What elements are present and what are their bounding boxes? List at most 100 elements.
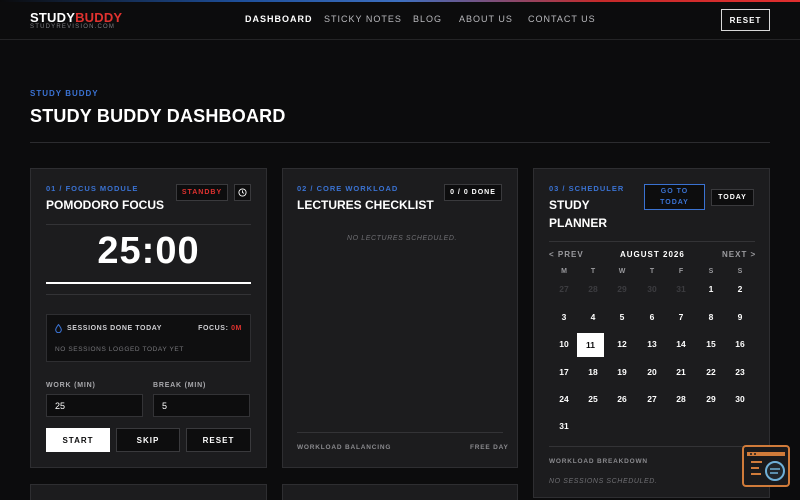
weekday-header: W [618,268,626,275]
logo-part-buddy: BUDDY [75,10,123,25]
calendar-day-outside[interactable]: 30 [639,277,665,301]
weekday-header: T [590,268,596,275]
break-minutes-input[interactable]: 5 [153,394,250,417]
logo-subtitle: STUDYREVISION.COM [30,24,116,30]
calendar-day[interactable]: 11 [577,333,604,357]
weekday-header: S [708,268,714,275]
calendar-day[interactable]: 14 [668,332,694,356]
heading-divider [30,142,770,143]
today-button[interactable]: TODAY [711,189,754,206]
weekday-header: S [737,268,743,275]
calendar-day-outside[interactable]: 28 [580,277,606,301]
timer-top-divider [46,224,251,225]
calendar-day[interactable]: 16 [727,332,753,356]
timer-bottom-divider [46,294,251,295]
calendar-day[interactable]: 15 [698,332,724,356]
bottom-card-1 [30,484,267,500]
workload-breakdown-label: WORKLOAD BREAKDOWN [549,458,648,465]
calendar-day[interactable]: 2 [727,277,753,301]
calendar-day[interactable]: 26 [609,387,635,411]
pomodoro-title: POMODORO FOCUS [46,198,165,212]
timer-progress-bar [46,282,251,284]
calendar-day[interactable]: 24 [551,387,577,411]
calendar-day[interactable]: 23 [727,360,753,384]
clock-icon [238,188,247,197]
weekday-header: T [649,268,655,275]
break-minutes-label: BREAK (MIN) [153,382,207,389]
calendar-day[interactable]: 5 [609,305,635,329]
go-to-today-button[interactable]: GO TO TODAY [644,184,705,210]
go-to-today-line2: TODAY [660,199,689,206]
assistant-button[interactable] [742,445,790,487]
page-title: STUDY BUDDY DASHBOARD [30,106,286,126]
skip-button[interactable]: SKIP [116,428,180,452]
chat-bot-icon [747,452,785,481]
calendar-day[interactable]: 31 [551,414,577,438]
planner-title-line1: STUDY [549,198,590,212]
calendar-day[interactable]: 8 [698,305,724,329]
calendar-day[interactable]: 20 [639,360,665,384]
calendar-day[interactable]: 4 [580,305,606,329]
calendar-day[interactable]: 13 [639,332,665,356]
top-navigation-bar: STUDYBUDDY STUDYREVISION.COM DASHBOARD S… [0,0,800,40]
reset-all-button[interactable]: RESET [721,9,770,31]
nav-dashboard[interactable]: DASHBOARD [245,14,313,24]
calendar-day[interactable]: 1 [698,277,724,301]
lectures-done-badge: 0 / 0 DONE [444,184,502,201]
free-day-label: FREE DAY [470,444,509,451]
calendar-day[interactable]: 9 [727,305,753,329]
reset-timer-button[interactable]: RESET [186,428,251,452]
lectures-footer-divider [297,432,503,433]
work-minutes-input[interactable]: 25 [46,394,143,417]
focus-total-value: 0M [231,325,242,332]
calendar-day[interactable]: 12 [609,332,635,356]
calendar-day[interactable]: 27 [639,387,665,411]
logo[interactable]: STUDYBUDDY [30,10,122,25]
weekday-header: F [678,268,684,275]
calendar-day[interactable]: 19 [609,360,635,384]
calendar-next-button[interactable]: NEXT > [722,250,756,259]
calendar-day[interactable]: 21 [668,360,694,384]
sessions-title: SESSIONS DONE TODAY [67,325,163,332]
timer-display: 25:00 [97,230,200,272]
focus-module-label: 01 / FOCUS MODULE [46,184,139,193]
calendar-day-outside[interactable]: 31 [668,277,694,301]
go-to-today-line1: GO TO [660,188,689,195]
planner-title-line2: PLANNER [549,216,608,230]
calendar-day[interactable]: 25 [580,387,606,411]
drop-icon [55,324,62,333]
workload-balancing-label: WORKLOAD BALANCING [297,444,392,451]
timer-settings-button[interactable] [234,184,251,201]
focus-total-label: FOCUS: [198,325,229,332]
calendar-day[interactable]: 22 [698,360,724,384]
calendar-day-outside[interactable]: 27 [551,277,577,301]
page-kicker: STUDY BUDDY [30,89,99,98]
nav-sticky-notes[interactable]: STICKY NOTES [324,14,402,24]
calendar-day[interactable]: 28 [668,387,694,411]
breakdown-empty-message: NO SESSIONS SCHEDULED. [549,478,658,485]
calendar-day[interactable]: 30 [727,387,753,411]
calendar-day[interactable]: 6 [639,305,665,329]
lectures-title: LECTURES CHECKLIST [297,198,434,212]
weekday-header: M [561,268,567,275]
calendar-day[interactable]: 7 [668,305,694,329]
calendar-day[interactable]: 3 [551,305,577,329]
start-button[interactable]: START [46,428,110,452]
calendar-day[interactable]: 17 [551,360,577,384]
nav-blog[interactable]: BLOG [413,14,442,24]
calendar-day[interactable]: 10 [551,332,577,356]
calendar-top-divider [549,241,755,242]
bottom-card-2 [282,484,518,500]
calendar-prev-button[interactable]: < PREV [549,250,584,259]
nav-about-us[interactable]: ABOUT US [459,14,513,24]
core-workload-label: 02 / CORE WORKLOAD [297,184,399,193]
work-minutes-label: WORK (MIN) [46,382,96,389]
sessions-panel: SESSIONS DONE TODAY FOCUS: 0M NO SESSION… [46,314,251,362]
focus-total: FOCUS: 0M [198,325,242,332]
nav-contact-us[interactable]: CONTACT US [528,14,596,24]
calendar-day[interactable]: 29 [698,387,724,411]
scheduler-label: 03 / SCHEDULER [549,184,625,193]
status-badge: STANDBY [176,184,228,201]
calendar-day[interactable]: 18 [580,360,606,384]
calendar-day-outside[interactable]: 29 [609,277,635,301]
